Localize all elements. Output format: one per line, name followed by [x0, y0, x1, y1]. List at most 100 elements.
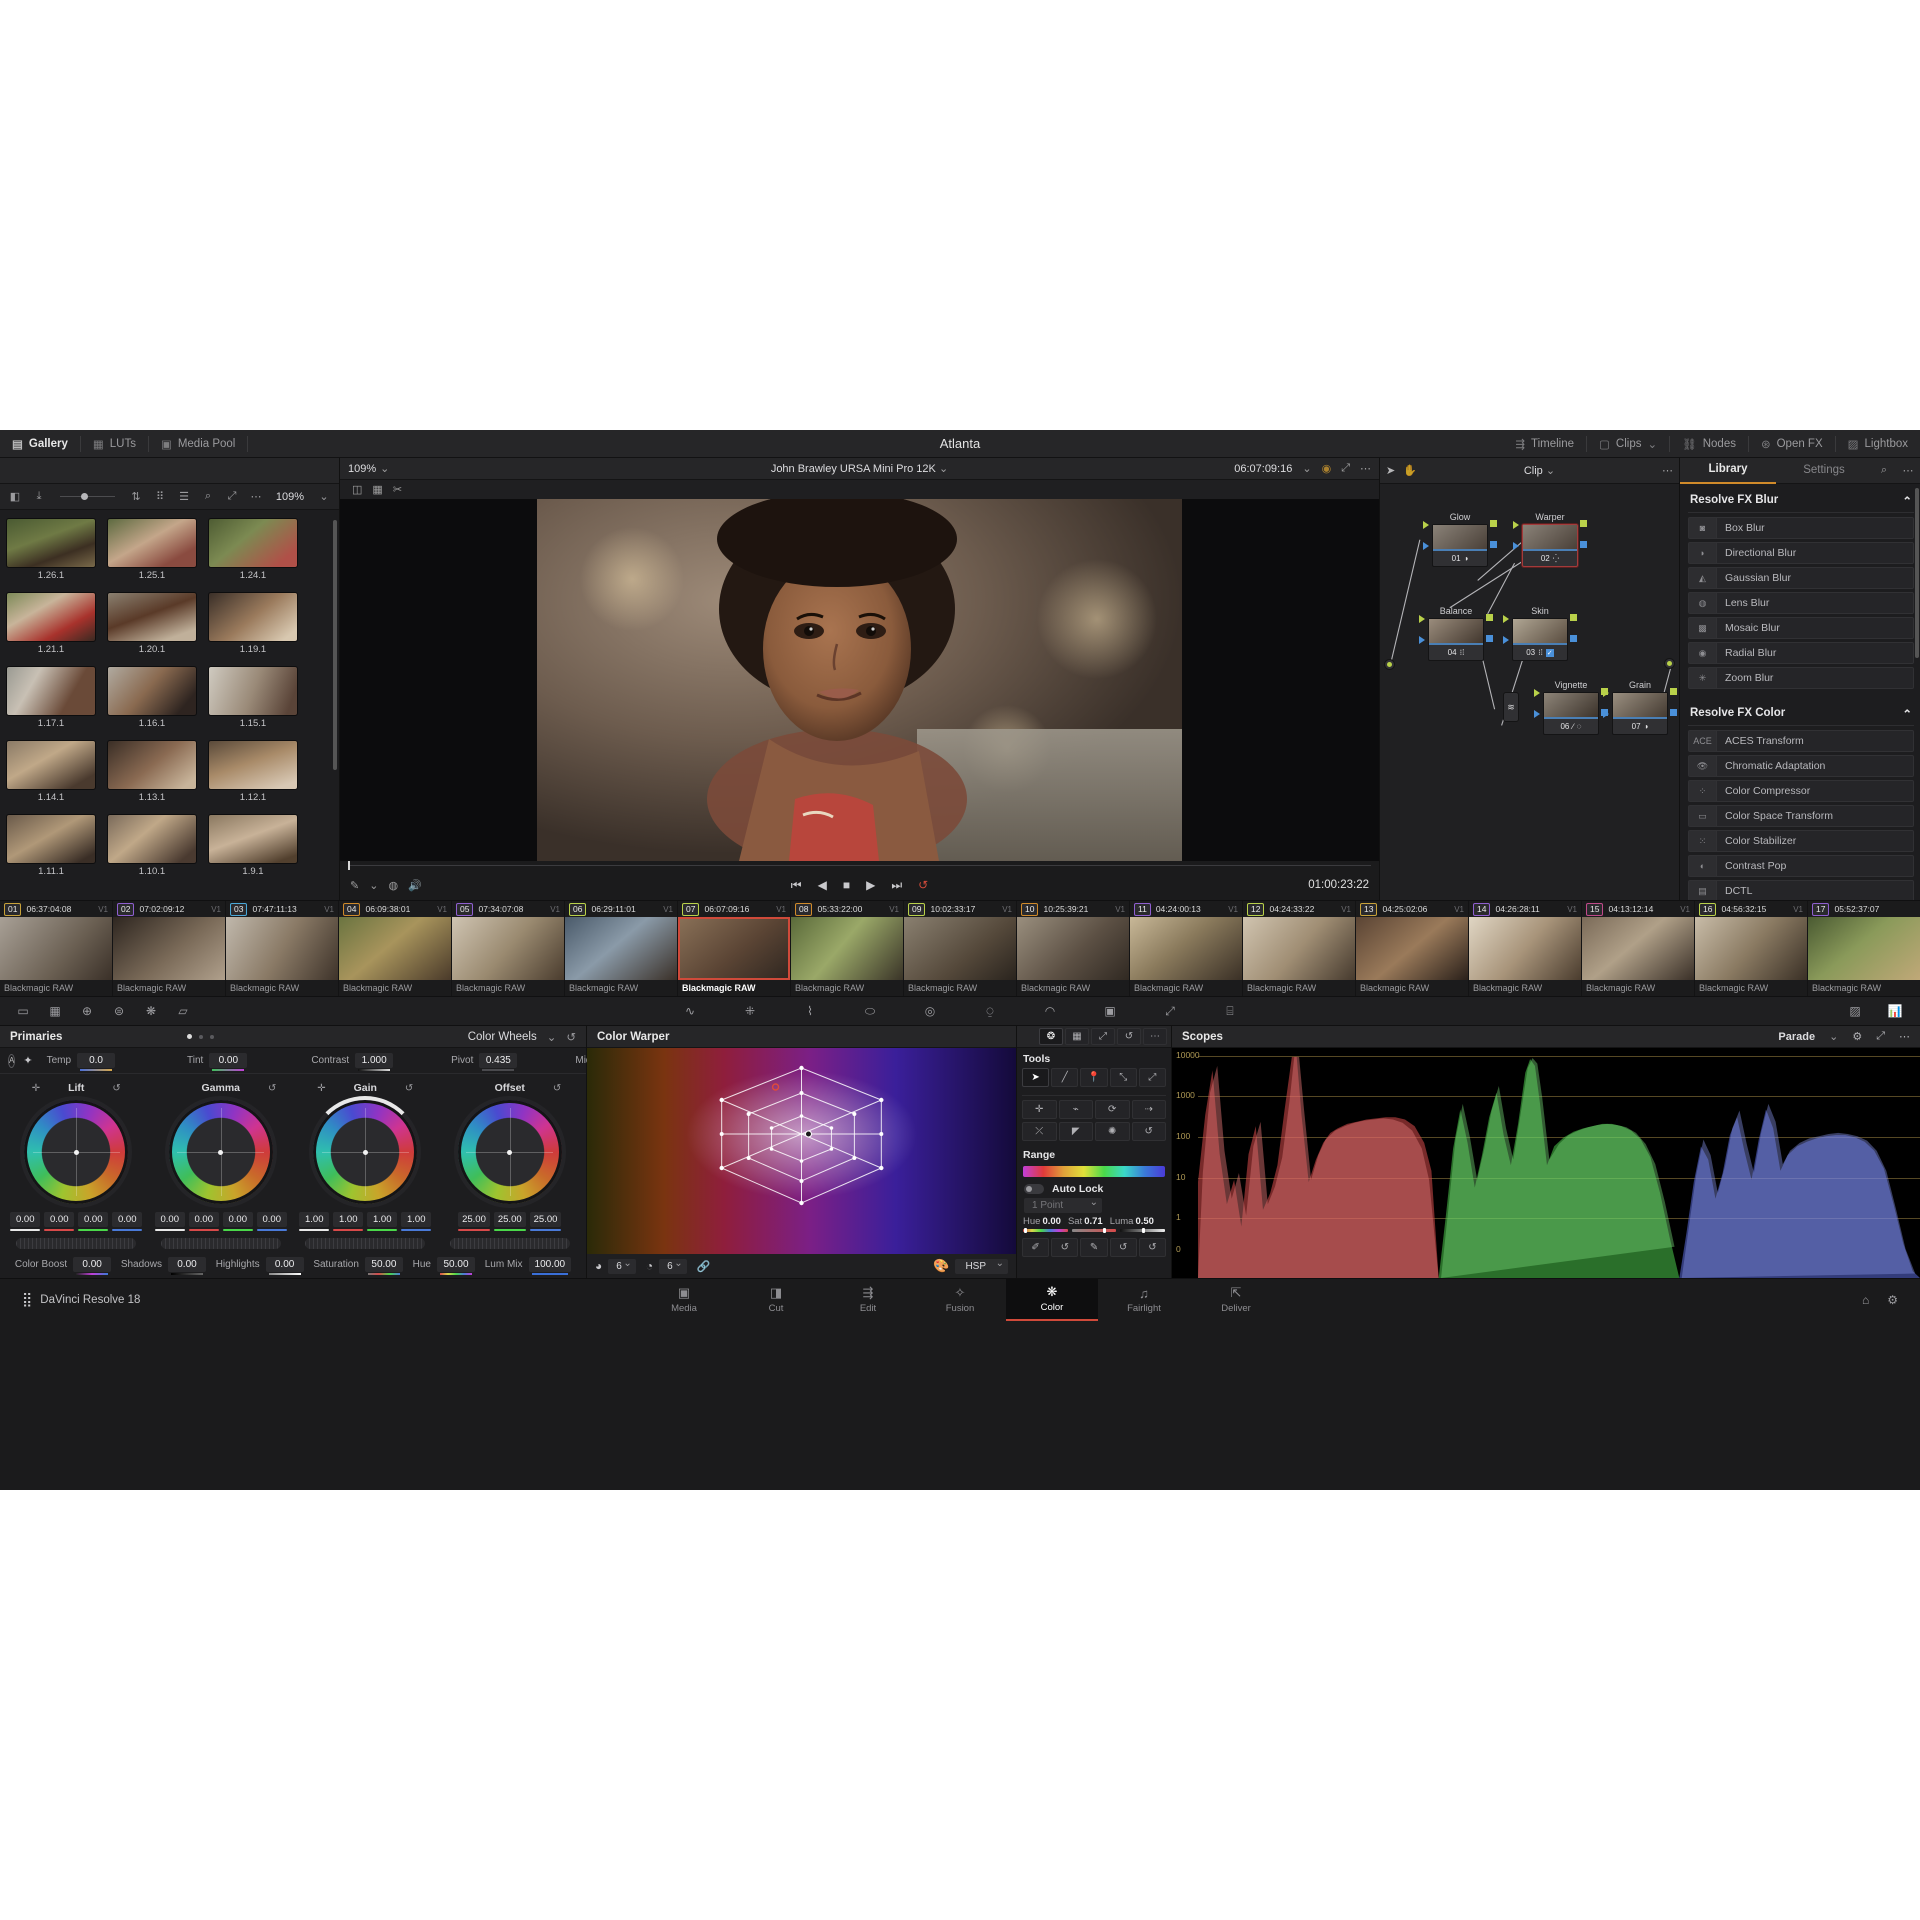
stop-icon[interactable]: ■	[843, 878, 850, 892]
timeline-clip[interactable]: 04 06:09:38:01 V1 Blackmagic RAW	[339, 901, 452, 996]
more-options-icon[interactable]: ⋯	[1360, 462, 1371, 475]
reset-icon[interactable]: ↺	[1117, 1028, 1141, 1045]
fx-item-mosaic-blur[interactable]: ▩ Mosaic Blur	[1688, 617, 1914, 639]
reset-icon[interactable]: ↺	[553, 1083, 561, 1094]
timeline-clip[interactable]: 13 04:25:02:06 V1 Blackmagic RAW	[1356, 901, 1469, 996]
node-output-key[interactable]	[1490, 541, 1497, 548]
gallery-size-slider[interactable]	[52, 488, 123, 506]
fullscreen-icon[interactable]: ⤢	[1876, 1030, 1885, 1043]
wheel-value-y[interactable]: 0.00	[154, 1212, 185, 1231]
param-value[interactable]: 50.00	[437, 1256, 475, 1275]
sat-handle[interactable]	[1102, 1228, 1106, 1233]
param-hue[interactable]: Hue 50.00	[413, 1256, 475, 1275]
clip-thumbnail[interactable]	[339, 917, 451, 980]
page-dot-3[interactable]	[209, 1034, 214, 1039]
still-thumbnail[interactable]	[6, 740, 96, 790]
still-thumbnail[interactable]	[6, 592, 96, 642]
param-pivot[interactable]: Pivot 0.435	[451, 1053, 518, 1071]
hand-icon[interactable]: ✋	[1403, 464, 1417, 477]
node-output-rgb[interactable]	[1486, 614, 1493, 621]
reset-icon[interactable]: ↺	[1109, 1238, 1137, 1257]
node-warper[interactable]: Warper 02 ⁛	[1513, 512, 1587, 567]
reset-icon[interactable]: ↺	[1051, 1238, 1079, 1257]
gallery-still[interactable]: 1.11.1	[6, 814, 96, 877]
viewer-clip-name[interactable]: John Brawley URSA Mini Pro 12K	[771, 463, 936, 475]
wheel-handle[interactable]	[507, 1149, 513, 1155]
wipe-icon[interactable]: ✂	[393, 483, 402, 496]
search-icon[interactable]: ⌕	[197, 488, 219, 506]
chevron-down-icon[interactable]: ⌄	[547, 1030, 557, 1044]
still-thumbnail[interactable]	[107, 740, 197, 790]
chevron-up-icon[interactable]: ⌃	[1902, 494, 1912, 508]
chevron-down-icon[interactable]: ⌄	[939, 462, 948, 475]
clip-thumbnail[interactable]	[791, 917, 903, 980]
param-shadows[interactable]: Shadows 0.00	[121, 1256, 206, 1275]
clip-thumbnail[interactable]	[1130, 917, 1242, 980]
skip-back-icon[interactable]: ⏮	[791, 878, 802, 893]
param-value[interactable]: 50.00	[364, 1256, 403, 1275]
auto-lock-toggle[interactable]	[1024, 1184, 1044, 1194]
gallery-still[interactable]: 1.17.1	[6, 666, 96, 729]
page-dot-2[interactable]	[198, 1034, 203, 1039]
page-tab-color[interactable]: ❋ Color	[1006, 1278, 1098, 1321]
link-icon[interactable]: 🔗	[697, 1260, 711, 1273]
gallery-still[interactable]: 1.24.1	[208, 518, 298, 581]
wheel-value-y[interactable]: 0.00	[10, 1212, 41, 1231]
node-source-endpoint[interactable]	[1384, 659, 1395, 670]
timeline-clip[interactable]: 11 04:24:00:13 V1 Blackmagic RAW	[1130, 901, 1243, 996]
still-thumbnail[interactable]	[107, 592, 197, 642]
topbar-luts-button[interactable]: ▦ LUTs	[81, 430, 148, 457]
picker-icon[interactable]: ✐	[1022, 1238, 1050, 1257]
loop-icon[interactable]: ↺	[918, 878, 928, 892]
wheel-value-g[interactable]: 25.00	[493, 1212, 526, 1231]
grid-overlay-icon[interactable]: ▦	[372, 483, 382, 496]
param-value[interactable]: 0.435	[479, 1053, 518, 1071]
parade-waveform-chart[interactable]: 10000 1000 100 10 1 0	[1172, 1048, 1920, 1278]
still-thumbnail[interactable]	[6, 814, 96, 864]
node-input-rgb[interactable]	[1603, 689, 1609, 697]
more-options-icon[interactable]: ⋯	[1143, 1028, 1167, 1045]
page-tab-fusion[interactable]: ✧ Fusion	[914, 1279, 1006, 1321]
clip-thumbnail[interactable]	[1243, 917, 1355, 980]
warper-mesh[interactable]	[587, 1048, 1016, 1254]
sizing-icon[interactable]: ⤢	[1155, 1000, 1185, 1022]
curves-tool-icon[interactable]: ∿	[675, 1000, 705, 1022]
rotate-icon[interactable]: ⟳	[1095, 1100, 1130, 1119]
still-thumbnail[interactable]	[208, 592, 298, 642]
pointer-tool-icon[interactable]: ➤	[1022, 1068, 1050, 1087]
wheel-value-r[interactable]: 25.00	[458, 1212, 490, 1231]
list-view-icon[interactable]: ☰	[173, 488, 195, 506]
reset-all-icon[interactable]: ↺	[1138, 1238, 1167, 1257]
gallery-still[interactable]: 1.16.1	[107, 666, 197, 729]
line-tool-icon[interactable]: ╱	[1051, 1068, 1079, 1087]
fullscreen-icon[interactable]: ⤢	[221, 488, 243, 506]
node-input-rgb[interactable]	[1513, 521, 1519, 529]
timeline-strip[interactable]: 01 06:37:04:08 V1 Blackmagic RAW 02 07:0…	[0, 900, 1920, 996]
timeline-clip[interactable]: 10 10:25:39:21 V1 Blackmagic RAW	[1017, 901, 1130, 996]
pointer-icon[interactable]: ➤	[1386, 464, 1395, 477]
node-input-key[interactable]	[1534, 710, 1540, 718]
node-layer-mixer[interactable]: ≋	[1503, 692, 1519, 722]
topbar-timeline-button[interactable]: ⇶ Timeline	[1503, 430, 1586, 457]
lift-picker-icon[interactable]: ✛	[32, 1083, 40, 1094]
topbar-lightbox-button[interactable]: ▨ Lightbox	[1836, 430, 1920, 457]
split-screen-icon[interactable]: ◫	[352, 483, 362, 496]
effects-scrollbar[interactable]	[1915, 488, 1919, 658]
param-value[interactable]: 0.00	[209, 1053, 248, 1071]
import-still-icon[interactable]: ⤓	[28, 488, 50, 506]
wheel-value-b[interactable]: 0.00	[112, 1212, 143, 1231]
node-grain[interactable]: Grain 07 ◑	[1603, 680, 1677, 735]
chevron-down-icon[interactable]: ⌄	[313, 488, 335, 506]
tracker-icon[interactable]: ◎	[915, 1000, 945, 1022]
timeline-clip[interactable]: 17 05:52:37:07 Blackmagic RAW	[1808, 901, 1920, 996]
node-input-rgb[interactable]	[1419, 615, 1425, 623]
primaries-mode-label[interactable]: Color Wheels	[468, 1031, 537, 1043]
sat-value[interactable]: 0.71	[1084, 1216, 1103, 1227]
param-value[interactable]: 100.00	[528, 1256, 572, 1275]
clip-thumbnail[interactable]	[1356, 917, 1468, 980]
smooth-icon[interactable]: ⤫	[1022, 1122, 1057, 1141]
more-options-icon[interactable]: ⋯	[245, 488, 267, 506]
still-thumbnail[interactable]	[208, 814, 298, 864]
luma-handle[interactable]	[1142, 1228, 1146, 1233]
hue-value[interactable]: 0.00	[1042, 1216, 1061, 1227]
